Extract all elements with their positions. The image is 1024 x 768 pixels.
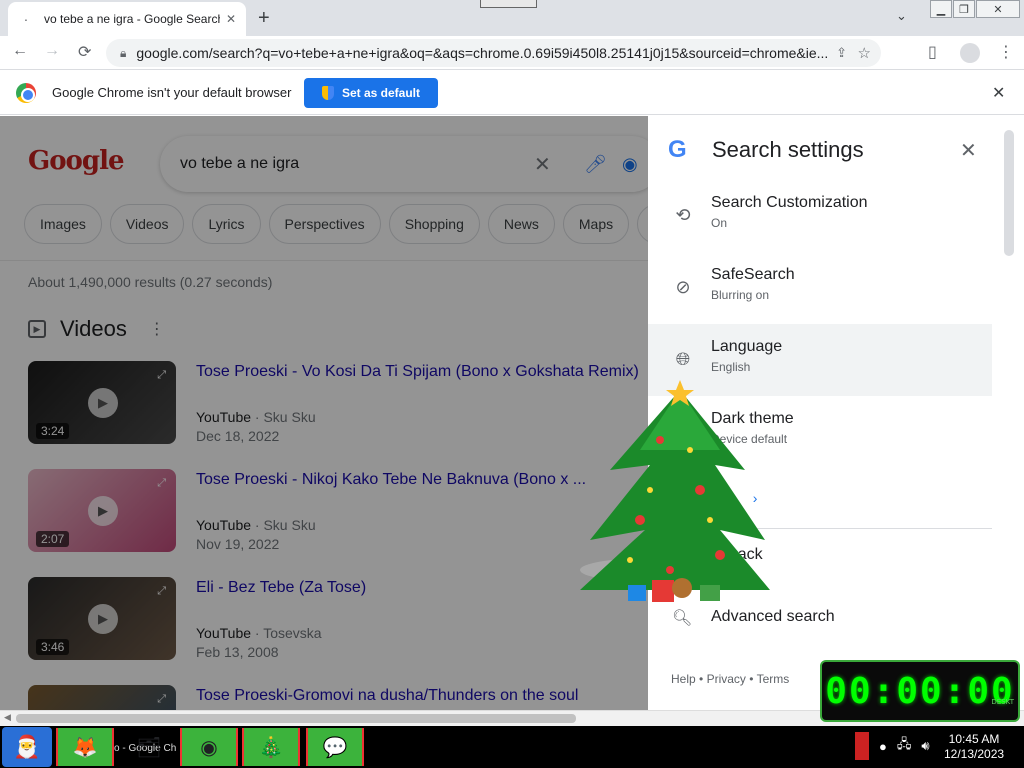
menu-kebab-icon[interactable]: ⋮ bbox=[998, 42, 1014, 62]
settings-item-label: SafeSearch bbox=[711, 266, 795, 283]
bookmark-star-icon[interactable]: ☆ bbox=[858, 44, 871, 62]
scrollbar-thumb[interactable] bbox=[1004, 130, 1014, 256]
settings-item-safesearch[interactable]: ⊘ SafeSearch Blurring on bbox=[648, 252, 992, 324]
maximize-button[interactable]: ❐ bbox=[953, 0, 975, 18]
active-tab[interactable]: · vo tebe a ne igra - Google Search ✕ bbox=[8, 2, 246, 36]
settings-item-value: On bbox=[711, 216, 728, 230]
close-window-button[interactable]: ✕ bbox=[976, 0, 1020, 18]
stop-loading-icon[interactable]: ⟳ bbox=[78, 42, 91, 62]
tray-dot-icon[interactable]: ● bbox=[879, 739, 887, 754]
settings-item-label: Search Customization bbox=[711, 194, 868, 211]
globe-icon: 🌐︎ bbox=[675, 348, 691, 369]
clock-time: 10:45 AM bbox=[948, 732, 1000, 746]
url-text[interactable]: google.com/search?q=vo+tebe+a+ne+igra&oq… bbox=[136, 45, 836, 61]
panel-title: Search settings bbox=[712, 137, 864, 162]
back-arrow-icon[interactable]: ← bbox=[12, 42, 28, 60]
christmas-tree-overlay[interactable] bbox=[570, 380, 790, 620]
window-handle[interactable] bbox=[480, 0, 537, 8]
settings-item-value: Blurring on bbox=[711, 288, 770, 302]
taskbar: 🎅 🦊 o - Google Ch 🗂 ◉ 🎄 💬 ● 🖧 🔊︎ 10:45 A… bbox=[0, 726, 1024, 768]
set-as-default-label: Set as default bbox=[341, 86, 421, 100]
share-icon[interactable]: ⇪ bbox=[836, 45, 847, 61]
new-tab-button[interactable]: + bbox=[258, 7, 270, 30]
chrome-taskbar-icon[interactable]: ◉ bbox=[180, 728, 238, 766]
footer-sep: • bbox=[749, 672, 754, 686]
tray-flag[interactable] bbox=[855, 732, 869, 760]
lock-icon[interactable]: 🔒︎ bbox=[120, 46, 126, 61]
google-g-icon: G bbox=[668, 136, 687, 163]
settings-item-value: English bbox=[711, 360, 751, 374]
address-bar[interactable]: 🔒︎ google.com/search?q=vo+tebe+a+ne+igra… bbox=[106, 39, 881, 67]
clock-date: 12/13/2023 bbox=[944, 747, 1005, 761]
help-link[interactable]: Help bbox=[671, 672, 696, 686]
timer-display: 00:00:00 bbox=[825, 670, 1015, 712]
horizontal-scroll-thumb[interactable] bbox=[16, 714, 576, 723]
system-tray: ● 🖧 🔊︎ bbox=[855, 732, 930, 760]
timer-tag: DESKT bbox=[991, 698, 1014, 706]
profile-avatar-icon[interactable] bbox=[960, 43, 980, 63]
panel-scrollbar[interactable] bbox=[992, 116, 1024, 710]
settings-backdrop[interactable] bbox=[0, 116, 648, 710]
file-explorer-taskbar-icon[interactable]: 🗂 bbox=[120, 728, 178, 766]
christmas-tree-taskbar-icon[interactable]: 🎄 bbox=[242, 728, 300, 766]
tab-strip: · vo tebe a ne igra - Google Search ✕ + … bbox=[0, 0, 1024, 36]
messenger-taskbar-icon[interactable]: 💬 bbox=[306, 728, 364, 766]
terms-link[interactable]: Terms bbox=[757, 672, 790, 686]
uac-shield-icon bbox=[321, 86, 334, 100]
desktop-timer-widget[interactable]: 00:00:00 DESKT bbox=[820, 660, 1020, 722]
infobar-close-icon[interactable]: ✕ bbox=[992, 83, 1005, 103]
panel-header: G Search settings bbox=[668, 136, 864, 164]
chrome-logo-icon bbox=[16, 83, 36, 103]
history-icon: ⟲ bbox=[675, 204, 691, 225]
network-icon[interactable]: 🖧 bbox=[897, 735, 912, 757]
close-panel-icon[interactable]: ✕ bbox=[960, 138, 977, 163]
volume-icon[interactable]: 🔊︎ bbox=[921, 738, 929, 754]
panel-footer: Help • Privacy • Terms bbox=[671, 672, 789, 686]
start-button-santa-icon[interactable]: 🎅 bbox=[2, 727, 52, 767]
footer-sep: • bbox=[699, 672, 704, 686]
system-clock[interactable]: 10:45 AM 12/13/2023 bbox=[944, 732, 1004, 762]
tab-title: vo tebe a ne igra - Google Search bbox=[44, 12, 220, 26]
settings-item-label: Language bbox=[711, 338, 783, 355]
settings-item-search-customization[interactable]: ⟲ Search Customization On bbox=[648, 180, 992, 252]
tab-close-icon[interactable]: ✕ bbox=[226, 12, 236, 26]
forward-arrow-icon[interactable]: → bbox=[44, 42, 60, 60]
tab-search-chevron-icon[interactable]: ⌄ bbox=[896, 8, 907, 24]
privacy-link[interactable]: Privacy bbox=[707, 672, 746, 686]
page-content: Google vo tebe a ne igra ✕ 🎤︎ ◉ Images Vi… bbox=[0, 116, 1024, 710]
minimize-button[interactable]: ▁ bbox=[930, 0, 952, 18]
set-as-default-button[interactable]: Set as default bbox=[304, 78, 438, 108]
screen: · vo tebe a ne igra - Google Search ✕ + … bbox=[0, 0, 1024, 768]
side-panel-icon[interactable]: ▯ bbox=[928, 42, 937, 62]
firefox-taskbar-icon[interactable]: 🦊 bbox=[56, 728, 114, 766]
eye-off-icon: ⊘ bbox=[675, 276, 691, 297]
scroll-left-arrow-icon[interactable]: ◀ bbox=[4, 712, 11, 723]
infobar-message: Google Chrome isn't your default browser bbox=[52, 85, 292, 100]
loading-icon: · bbox=[23, 11, 29, 27]
default-browser-infobar: Google Chrome isn't your default browser… bbox=[0, 71, 1024, 115]
address-toolbar: ← → ⟳ 🔒︎ google.com/search?q=vo+tebe+a+n… bbox=[0, 36, 1024, 70]
